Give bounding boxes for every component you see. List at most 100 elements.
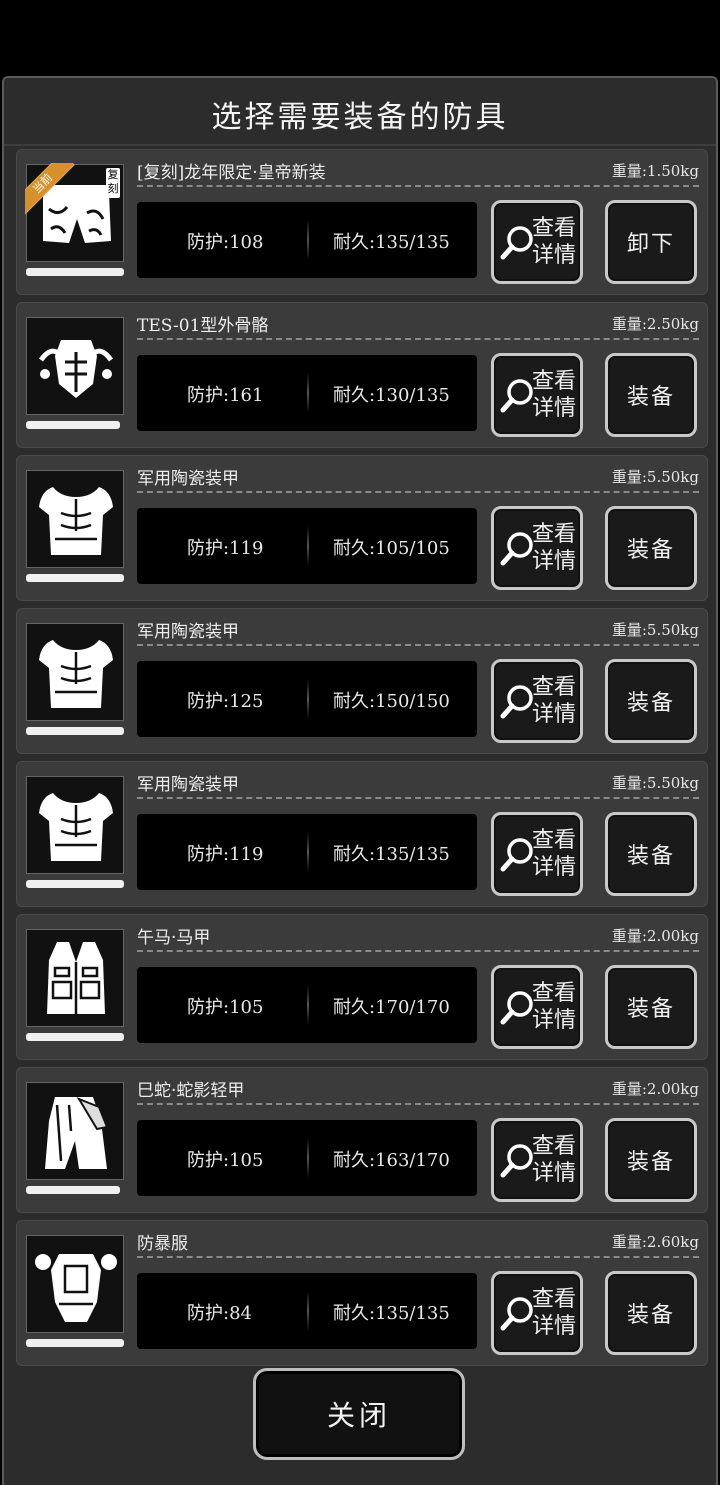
defense-value: 防护:119 — [187, 844, 264, 865]
view-details-label: 查看详情 — [532, 675, 577, 727]
stats-separator — [307, 985, 309, 1025]
defense-value: 防护:105 — [187, 1150, 264, 1171]
armor-weight: 重量:2.00kg — [611, 927, 699, 945]
magnifier-icon — [500, 684, 534, 724]
armor-name: 午马·马甲 — [137, 928, 211, 948]
durability-bar — [26, 574, 124, 582]
view-details-label: 查看详情 — [532, 369, 577, 421]
unequip-button[interactable]: 卸下 — [605, 200, 697, 284]
magnifier-icon — [500, 1143, 534, 1183]
action-label: 卸下 — [626, 232, 675, 257]
armor-weight: 重量:2.50kg — [611, 315, 699, 333]
armor-stats-box: 防护:105 耐久:170/170 — [137, 967, 477, 1043]
view-details-label: 查看详情 — [532, 216, 577, 268]
armor-name: [复刻]龙年限定·皇帝新装 — [137, 163, 326, 183]
durability-value: 耐久:135/135 — [333, 1303, 450, 1324]
durability-bar — [26, 1339, 124, 1347]
defense-value: 防护:125 — [187, 691, 264, 712]
armor-name: 军用陶瓷装甲 — [137, 469, 239, 489]
armor-thumbnail[interactable]: 当前 复刻 — [25, 163, 124, 262]
equip-button[interactable]: 装备 — [605, 965, 697, 1049]
dashed-divider — [137, 950, 699, 952]
equip-button[interactable]: 装备 — [605, 353, 697, 437]
copy-badge: 复刻 — [106, 168, 120, 198]
equip-button[interactable]: 装备 — [605, 506, 697, 590]
durability-value: 耐久:135/135 — [333, 844, 450, 865]
armor-list-item: 军用陶瓷装甲 重量:5.50kg 防护:125 耐久:150/150 查看详情 装备 — [16, 608, 708, 754]
view-details-label: 查看详情 — [532, 828, 577, 880]
action-label: 装备 — [626, 1303, 675, 1328]
armor-name: 巳蛇·蛇影轻甲 — [137, 1081, 245, 1101]
magnifier-icon — [500, 225, 534, 265]
view-details-button[interactable]: 查看详情 — [491, 1118, 583, 1202]
armor-list-item: 防暴服 重量:2.60kg 防护:84 耐久:135/135 查看详情 装备 — [16, 1220, 708, 1366]
armor-select-dialog: 选择需要装备的防具 当前 复刻 [复刻]龙年限定·皇帝新装 重量:1.50kg 防护:1… — [2, 76, 718, 1485]
equip-button[interactable]: 装备 — [605, 812, 697, 896]
armor-list-item: TES-01型外骨骼 重量:2.50kg 防护:161 耐久:130/135 查看详情 装… — [16, 302, 708, 448]
armor-stats-box: 防护:119 耐久:135/135 — [137, 814, 477, 890]
durability-value: 耐久:163/170 — [333, 1150, 450, 1171]
armor-stats-box: 防护:161 耐久:130/135 — [137, 355, 477, 431]
view-details-label: 查看详情 — [532, 981, 577, 1033]
armor-list-item: 午马·马甲 重量:2.00kg 防护:105 耐久:170/170 查看详情 装备 — [16, 914, 708, 1060]
current-badge: 当前 — [25, 163, 77, 215]
armor-thumbnail[interactable] — [26, 1082, 124, 1180]
dashed-divider — [137, 797, 699, 799]
armor-stats-box: 防护:105 耐久:163/170 — [137, 1120, 477, 1196]
armor-list[interactable]: 当前 复刻 [复刻]龙年限定·皇帝新装 重量:1.50kg 防护:108 耐久:135/1… — [16, 149, 708, 1423]
durability-value: 耐久:150/150 — [333, 691, 450, 712]
view-details-button[interactable]: 查看详情 — [491, 506, 583, 590]
stats-separator — [307, 373, 309, 413]
stats-separator — [307, 526, 309, 566]
dashed-divider — [137, 491, 699, 493]
armor-name: 军用陶瓷装甲 — [137, 622, 239, 642]
view-details-button[interactable]: 查看详情 — [491, 659, 583, 743]
armor-weight: 重量:2.60kg — [611, 1233, 699, 1251]
view-details-button[interactable]: 查看详情 — [491, 965, 583, 1049]
armor-thumbnail[interactable] — [26, 776, 124, 874]
action-label: 装备 — [626, 385, 675, 410]
magnifier-icon — [500, 1296, 534, 1336]
stats-separator — [307, 220, 309, 260]
armor-list-item: 当前 复刻 [复刻]龙年限定·皇帝新装 重量:1.50kg 防护:108 耐久:135/1… — [16, 149, 708, 295]
armor-stats-box: 防护:108 耐久:135/135 — [137, 202, 477, 278]
view-details-button[interactable]: 查看详情 — [491, 812, 583, 896]
durability-value: 耐久:135/135 — [333, 232, 450, 253]
armor-stats-box: 防护:125 耐久:150/150 — [137, 661, 477, 737]
armor-thumbnail[interactable] — [26, 317, 124, 415]
action-label: 装备 — [626, 997, 675, 1022]
durability-bar — [26, 421, 120, 429]
armor-name: 防暴服 — [137, 1234, 188, 1254]
equip-button[interactable]: 装备 — [605, 1271, 697, 1355]
defense-value: 防护:84 — [187, 1303, 252, 1324]
view-details-label: 查看详情 — [532, 1134, 577, 1186]
magnifier-icon — [500, 990, 534, 1030]
stats-separator — [307, 679, 309, 719]
defense-value: 防护:105 — [187, 997, 264, 1018]
magnifier-icon — [500, 837, 534, 877]
view-details-button[interactable]: 查看详情 — [491, 353, 583, 437]
magnifier-icon — [500, 378, 534, 418]
view-details-button[interactable]: 查看详情 — [491, 1271, 583, 1355]
armor-weight: 重量:1.50kg — [611, 162, 699, 180]
action-label: 装备 — [626, 844, 675, 869]
armor-thumbnail[interactable] — [26, 623, 124, 721]
close-button[interactable]: 关闭 — [253, 1368, 465, 1460]
defense-value: 防护:119 — [187, 538, 264, 559]
stats-separator — [307, 832, 309, 872]
current-badge-label: 当前 — [25, 163, 75, 215]
action-label: 装备 — [626, 1150, 675, 1175]
dashed-divider — [137, 1256, 699, 1258]
durability-bar — [26, 268, 124, 276]
equip-button[interactable]: 装备 — [605, 659, 697, 743]
armor-thumbnail[interactable] — [26, 1235, 124, 1333]
armor-thumbnail[interactable] — [26, 470, 124, 568]
durability-bar — [26, 727, 124, 735]
armor-weight: 重量:5.50kg — [611, 468, 699, 486]
view-details-label: 查看详情 — [532, 522, 577, 574]
durability-value: 耐久:130/135 — [333, 385, 450, 406]
armor-thumbnail[interactable] — [26, 929, 124, 1027]
equip-button[interactable]: 装备 — [605, 1118, 697, 1202]
view-details-button[interactable]: 查看详情 — [491, 200, 583, 284]
dialog-title: 选择需要装备的防具 — [211, 100, 509, 135]
